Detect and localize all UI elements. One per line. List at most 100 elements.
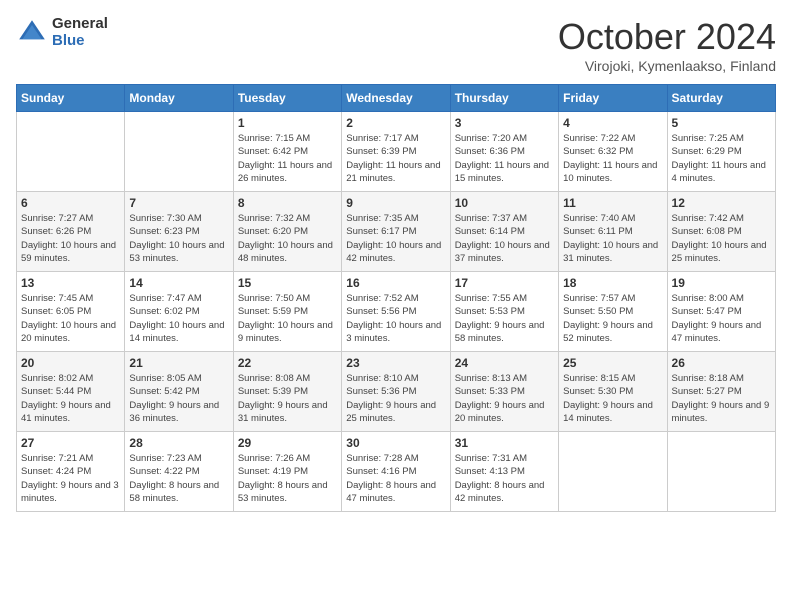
day-number: 15: [238, 276, 337, 290]
week-row-2: 13 Sunrise: 7:45 AM Sunset: 6:05 PM Dayli…: [17, 272, 776, 352]
day-cell: 19 Sunrise: 8:00 AM Sunset: 5:47 PM Dayli…: [667, 272, 775, 352]
header-cell-thursday: Thursday: [450, 85, 558, 112]
day-detail: Sunrise: 7:22 AM Sunset: 6:32 PM Dayligh…: [563, 132, 662, 185]
header-row: SundayMondayTuesdayWednesdayThursdayFrid…: [17, 85, 776, 112]
day-detail: Sunrise: 7:50 AM Sunset: 5:59 PM Dayligh…: [238, 292, 337, 345]
logo-blue: Blue: [52, 33, 108, 50]
day-cell: 6Sunrise: 7:27 AM Sunset: 6:26 PM Daylig…: [17, 192, 125, 272]
day-number: 6: [21, 196, 120, 210]
day-detail: Sunrise: 7:45 AM Sunset: 6:05 PM Dayligh…: [21, 292, 120, 345]
calendar-header: SundayMondayTuesdayWednesdayThursdayFrid…: [17, 85, 776, 112]
day-number: 1: [238, 116, 337, 130]
day-number: 25: [563, 356, 662, 370]
day-number: 4: [563, 116, 662, 130]
day-detail: Sunrise: 7:32 AM Sunset: 6:20 PM Dayligh…: [238, 212, 337, 265]
week-row-3: 20 Sunrise: 8:02 AM Sunset: 5:44 PM Dayli…: [17, 352, 776, 432]
day-cell: 7 Sunrise: 7:30 AM Sunset: 6:23 PM Daylig…: [125, 192, 233, 272]
day-cell: 2Sunrise: 7:17 AM Sunset: 6:39 PM Daylig…: [342, 112, 450, 192]
day-cell: 15 Sunrise: 7:50 AM Sunset: 5:59 PM Dayli…: [233, 272, 341, 352]
title-block: October 2024 Virojoki, Kymenlaakso, Finl…: [558, 16, 776, 74]
day-cell: 29Sunrise: 7:26 AM Sunset: 4:19 PM Dayli…: [233, 432, 341, 512]
header-cell-wednesday: Wednesday: [342, 85, 450, 112]
day-number: 27: [21, 436, 120, 450]
day-detail: Sunrise: 7:25 AM Sunset: 6:29 PM Dayligh…: [672, 132, 771, 185]
day-detail: Sunrise: 7:42 AM Sunset: 6:08 PM Dayligh…: [672, 212, 771, 265]
day-cell: 1 Sunrise: 7:15 AM Sunset: 6:42 PM Daylig…: [233, 112, 341, 192]
day-cell: 3Sunrise: 7:20 AM Sunset: 6:36 PM Daylig…: [450, 112, 558, 192]
day-number: 26: [672, 356, 771, 370]
day-number: 22: [238, 356, 337, 370]
day-number: 23: [346, 356, 445, 370]
calendar-table: SundayMondayTuesdayWednesdayThursdayFrid…: [16, 84, 776, 512]
day-number: 5: [672, 116, 771, 130]
day-cell: 12 Sunrise: 7:42 AM Sunset: 6:08 PM Dayli…: [667, 192, 775, 272]
week-row-4: 27 Sunrise: 7:21 AM Sunset: 4:24 PM Dayli…: [17, 432, 776, 512]
day-number: 8: [238, 196, 337, 210]
day-number: 28: [129, 436, 228, 450]
week-row-1: 6Sunrise: 7:27 AM Sunset: 6:26 PM Daylig…: [17, 192, 776, 272]
day-cell: 31 Sunrise: 7:31 AM Sunset: 4:13 PM Dayli…: [450, 432, 558, 512]
day-detail: Sunrise: 7:31 AM Sunset: 4:13 PM Dayligh…: [455, 452, 554, 505]
day-detail: Sunrise: 7:52 AM Sunset: 5:56 PM Dayligh…: [346, 292, 445, 345]
day-cell: 28Sunrise: 7:23 AM Sunset: 4:22 PM Dayli…: [125, 432, 233, 512]
day-number: 30: [346, 436, 445, 450]
day-cell: 24 Sunrise: 8:13 AM Sunset: 5:33 PM Dayli…: [450, 352, 558, 432]
day-number: 24: [455, 356, 554, 370]
calendar-body: 1 Sunrise: 7:15 AM Sunset: 6:42 PM Daylig…: [17, 112, 776, 512]
day-number: 10: [455, 196, 554, 210]
logo-general: General: [52, 16, 108, 33]
day-detail: Sunrise: 7:15 AM Sunset: 6:42 PM Dayligh…: [238, 132, 337, 185]
day-number: 19: [672, 276, 771, 290]
day-cell: 30 Sunrise: 7:28 AM Sunset: 4:16 PM Dayli…: [342, 432, 450, 512]
day-detail: Sunrise: 7:28 AM Sunset: 4:16 PM Dayligh…: [346, 452, 445, 505]
day-cell: [667, 432, 775, 512]
day-detail: Sunrise: 7:17 AM Sunset: 6:39 PM Dayligh…: [346, 132, 445, 185]
day-cell: 16Sunrise: 7:52 AM Sunset: 5:56 PM Dayli…: [342, 272, 450, 352]
header-cell-sunday: Sunday: [17, 85, 125, 112]
logo-icon: [16, 17, 48, 49]
day-number: 7: [129, 196, 228, 210]
page-header: General Blue October 2024 Virojoki, Kyme…: [16, 16, 776, 74]
day-cell: 13 Sunrise: 7:45 AM Sunset: 6:05 PM Dayli…: [17, 272, 125, 352]
day-cell: 27 Sunrise: 7:21 AM Sunset: 4:24 PM Dayli…: [17, 432, 125, 512]
day-detail: Sunrise: 7:40 AM Sunset: 6:11 PM Dayligh…: [563, 212, 662, 265]
day-number: 18: [563, 276, 662, 290]
day-detail: Sunrise: 7:30 AM Sunset: 6:23 PM Dayligh…: [129, 212, 228, 265]
day-detail: Sunrise: 8:05 AM Sunset: 5:42 PM Dayligh…: [129, 372, 228, 425]
day-cell: 20 Sunrise: 8:02 AM Sunset: 5:44 PM Dayli…: [17, 352, 125, 432]
day-detail: Sunrise: 7:57 AM Sunset: 5:50 PM Dayligh…: [563, 292, 662, 345]
location-subtitle: Virojoki, Kymenlaakso, Finland: [558, 58, 776, 74]
week-row-0: 1 Sunrise: 7:15 AM Sunset: 6:42 PM Daylig…: [17, 112, 776, 192]
day-detail: Sunrise: 8:18 AM Sunset: 5:27 PM Dayligh…: [672, 372, 771, 425]
day-number: 17: [455, 276, 554, 290]
logo-text: General Blue: [52, 16, 108, 49]
day-detail: Sunrise: 7:37 AM Sunset: 6:14 PM Dayligh…: [455, 212, 554, 265]
header-cell-saturday: Saturday: [667, 85, 775, 112]
day-cell: 10 Sunrise: 7:37 AM Sunset: 6:14 PM Dayli…: [450, 192, 558, 272]
day-cell: 14Sunrise: 7:47 AM Sunset: 6:02 PM Dayli…: [125, 272, 233, 352]
day-cell: 18 Sunrise: 7:57 AM Sunset: 5:50 PM Dayli…: [559, 272, 667, 352]
month-title: October 2024: [558, 16, 776, 58]
day-number: 20: [21, 356, 120, 370]
day-cell: [559, 432, 667, 512]
day-number: 13: [21, 276, 120, 290]
day-cell: 17Sunrise: 7:55 AM Sunset: 5:53 PM Dayli…: [450, 272, 558, 352]
day-cell: 26 Sunrise: 8:18 AM Sunset: 5:27 PM Dayli…: [667, 352, 775, 432]
day-number: 11: [563, 196, 662, 210]
day-cell: 9Sunrise: 7:35 AM Sunset: 6:17 PM Daylig…: [342, 192, 450, 272]
day-cell: 22Sunrise: 8:08 AM Sunset: 5:39 PM Dayli…: [233, 352, 341, 432]
day-detail: Sunrise: 7:21 AM Sunset: 4:24 PM Dayligh…: [21, 452, 120, 505]
logo: General Blue: [16, 16, 108, 49]
day-detail: Sunrise: 8:02 AM Sunset: 5:44 PM Dayligh…: [21, 372, 120, 425]
day-cell: [125, 112, 233, 192]
day-detail: Sunrise: 8:15 AM Sunset: 5:30 PM Dayligh…: [563, 372, 662, 425]
header-cell-friday: Friday: [559, 85, 667, 112]
day-detail: Sunrise: 8:00 AM Sunset: 5:47 PM Dayligh…: [672, 292, 771, 345]
header-cell-tuesday: Tuesday: [233, 85, 341, 112]
day-cell: 4 Sunrise: 7:22 AM Sunset: 6:32 PM Daylig…: [559, 112, 667, 192]
day-number: 12: [672, 196, 771, 210]
day-detail: Sunrise: 8:13 AM Sunset: 5:33 PM Dayligh…: [455, 372, 554, 425]
day-number: 9: [346, 196, 445, 210]
day-number: 31: [455, 436, 554, 450]
day-detail: Sunrise: 7:20 AM Sunset: 6:36 PM Dayligh…: [455, 132, 554, 185]
